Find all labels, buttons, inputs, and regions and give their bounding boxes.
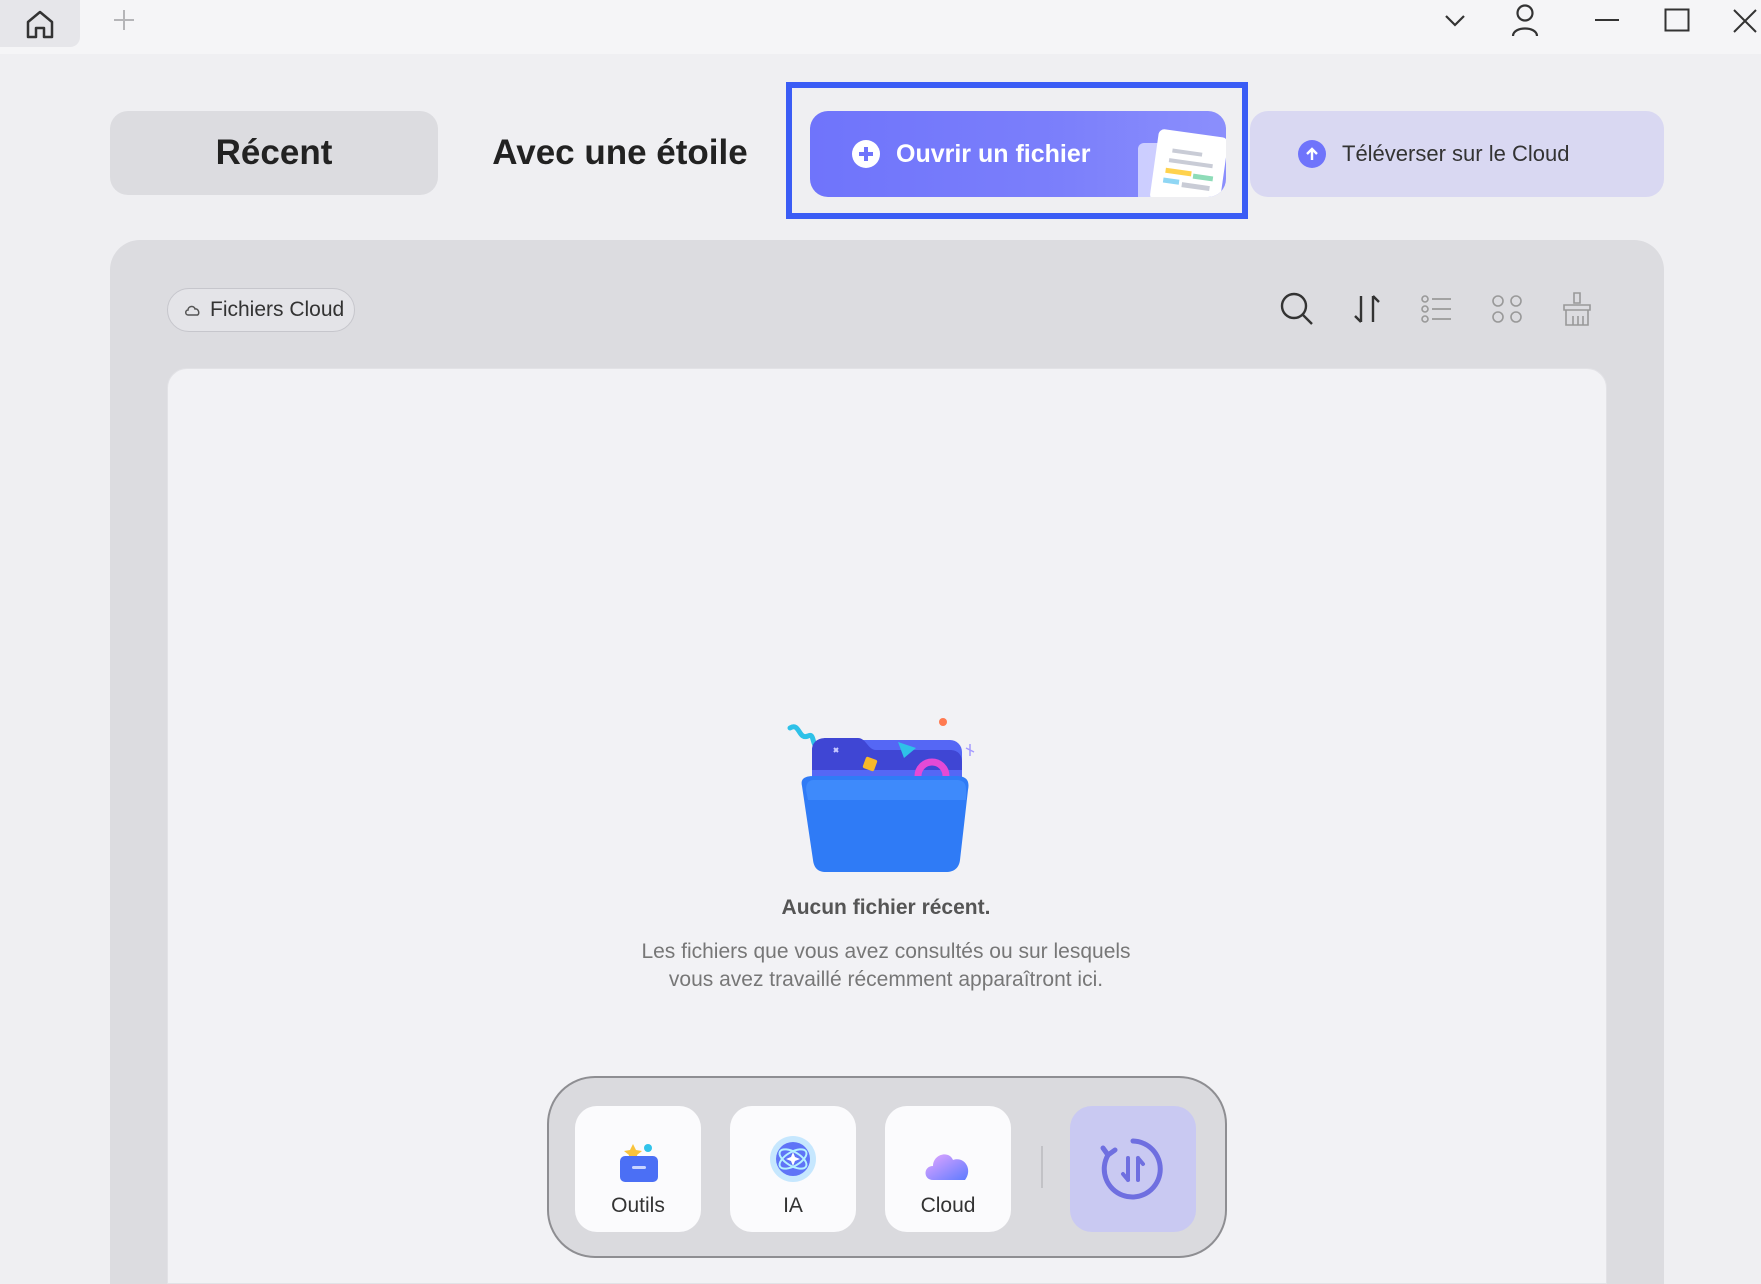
upload-cloud-label: Téléverser sur le Cloud bbox=[1342, 141, 1570, 166]
dock-cloud-label: Cloud bbox=[920, 1194, 976, 1217]
tab-starred-label: Avec une étoile bbox=[492, 133, 748, 172]
upload-arrow-icon bbox=[1298, 140, 1326, 168]
user-icon[interactable] bbox=[1508, 2, 1542, 38]
empty-state-description: Les fichiers que vous avez consultés ou … bbox=[641, 940, 1131, 991]
home-icon bbox=[26, 10, 54, 38]
open-file-highlight bbox=[786, 82, 1248, 219]
clear-icon[interactable] bbox=[1556, 288, 1598, 330]
maximize-icon[interactable] bbox=[1662, 6, 1692, 34]
dock-ai-label: IA bbox=[783, 1194, 803, 1217]
upload-cloud-button[interactable]: Téléverser sur le Cloud bbox=[1250, 111, 1664, 197]
search-icon[interactable] bbox=[1276, 288, 1318, 330]
close-icon[interactable] bbox=[1730, 6, 1760, 36]
dock-sync-button[interactable] bbox=[1070, 1106, 1196, 1232]
dock-tools-label: Outils bbox=[611, 1194, 665, 1217]
ai-icon bbox=[770, 1136, 816, 1182]
sort-icon[interactable] bbox=[1346, 288, 1388, 330]
cloud-files-label: Fichiers Cloud bbox=[210, 298, 345, 321]
empty-folder-illustration bbox=[787, 718, 975, 872]
dock-ai-button[interactable]: IA bbox=[730, 1106, 856, 1232]
dock-tools-button[interactable]: Outils bbox=[575, 1106, 701, 1232]
tab-recent-label: Récent bbox=[215, 133, 333, 172]
empty-state-title: Aucun fichier récent. bbox=[781, 896, 991, 919]
home-tab[interactable] bbox=[0, 0, 80, 47]
cloud-icon bbox=[925, 1154, 969, 1180]
cloud-icon bbox=[185, 305, 200, 316]
dock-divider bbox=[1041, 1146, 1043, 1188]
toolbox-icon bbox=[620, 1144, 658, 1182]
new-tab-icon[interactable] bbox=[110, 6, 138, 34]
tab-starred[interactable]: Avec une étoile bbox=[470, 111, 770, 195]
title-bar bbox=[0, 0, 1761, 54]
minimize-icon[interactable] bbox=[1592, 6, 1622, 34]
sync-icon bbox=[1100, 1138, 1163, 1200]
tab-recent[interactable]: Récent bbox=[110, 111, 438, 195]
chevron-down-icon[interactable] bbox=[1440, 6, 1470, 36]
list-view-icon[interactable] bbox=[1416, 288, 1458, 330]
dock-cloud-button[interactable]: Cloud bbox=[885, 1106, 1011, 1232]
grid-view-icon[interactable] bbox=[1486, 288, 1528, 330]
cloud-files-filter[interactable]: Fichiers Cloud bbox=[167, 288, 355, 332]
